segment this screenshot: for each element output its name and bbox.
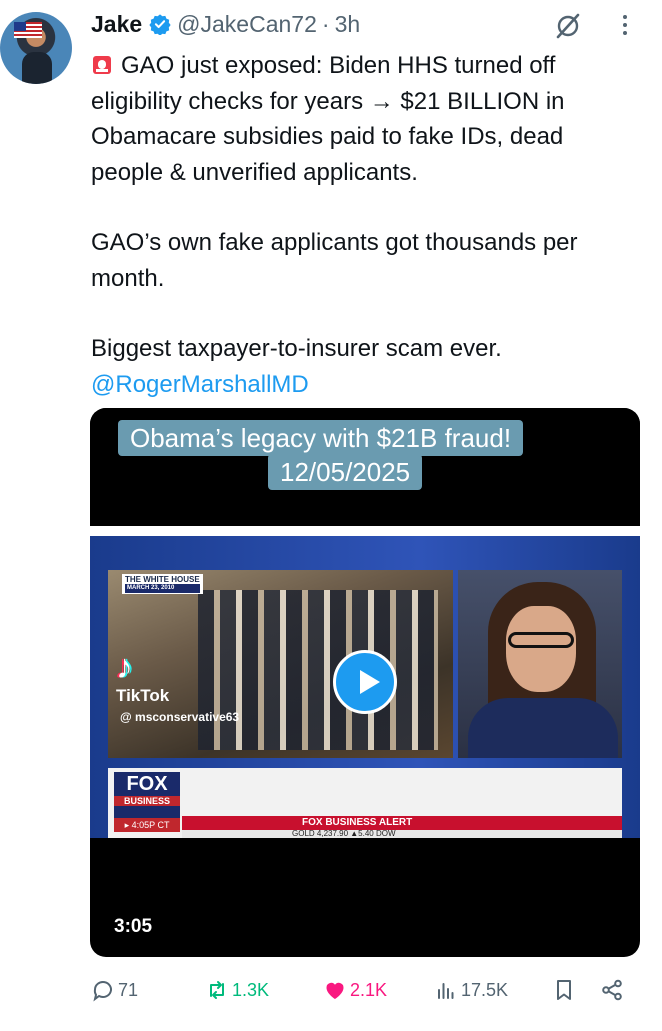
mention-link[interactable]: @RogerMarshallMD <box>91 367 636 403</box>
whitehouse-tag-title: THE WHITE HOUSE <box>125 575 200 584</box>
network-logo-sub: BUSINESS <box>114 796 180 806</box>
views-count: 17.5K <box>461 979 509 1000</box>
network-logo-text: FOX <box>126 773 168 795</box>
tiktok-brand: TikTok <box>116 686 170 705</box>
network-time: ▸ 4:05P CT <box>114 818 180 832</box>
avatar-figure <box>22 52 52 84</box>
signing-ceremony-image: THE WHITE HOUSE MARCH 23, 2010 ♪ TikTok @… <box>108 570 453 758</box>
video-player[interactable]: Obama’s legacy with $21B fraud! 12/05/20… <box>90 408 640 957</box>
tweet-text: GAO just exposed: Biden HHS turned off e… <box>91 48 636 402</box>
tiktok-username: @ msconservative63 <box>120 710 240 724</box>
reply-count: 71 <box>118 979 139 1000</box>
separator: · <box>321 10 330 37</box>
bookmark-icon <box>557 980 571 1000</box>
tweet-line-1: GAO just exposed: Biden HHS turned off e… <box>91 52 565 186</box>
verified-badge-icon <box>149 14 171 35</box>
heart-icon <box>326 982 344 999</box>
reply-button[interactable]: 71 <box>91 973 138 1007</box>
more-options-icon[interactable] <box>618 12 632 38</box>
crowd-image <box>198 590 438 750</box>
tweet-paragraph-1: GAO just exposed: Biden HHS turned off e… <box>91 48 636 190</box>
share-button[interactable] <box>600 973 627 1007</box>
whitehouse-tag-date: MARCH 23, 2010 <box>125 584 200 593</box>
views-button[interactable]: 17.5K <box>434 973 508 1007</box>
reply-icon <box>93 981 112 1002</box>
repost-button[interactable]: 1.3K <box>205 973 269 1007</box>
anchor-face <box>506 606 576 692</box>
timestamp[interactable]: 3h <box>335 11 361 38</box>
flag-icon <box>14 22 42 38</box>
like-button[interactable]: 2.1K <box>323 973 387 1007</box>
tweet-header: Jake @JakeCan72 · 3h <box>91 10 360 38</box>
like-count: 2.1K <box>350 979 388 1000</box>
video-duration: 3:05 <box>114 916 153 937</box>
video-caption-title: Obama’s legacy with $21B fraud! <box>118 420 524 456</box>
divider <box>90 526 640 536</box>
repost-count: 1.3K <box>232 979 270 1000</box>
play-button[interactable] <box>333 650 397 714</box>
siren-icon <box>93 56 111 74</box>
bookmark-button[interactable] <box>552 973 579 1007</box>
anchor-jacket <box>468 698 618 758</box>
whitehouse-tag: THE WHITE HOUSE MARCH 23, 2010 <box>122 574 203 594</box>
video-caption-date: 12/05/2025 <box>268 454 423 490</box>
news-ticker: FOX BUSINESS ▸ 4:05P CT FOX BUSINESS ALER… <box>108 768 622 838</box>
tweet-paragraph-3: Biggest taxpayer-to-insurer scam ever. <box>91 335 502 362</box>
action-bar: 71 1.3K 2.1K 17.5K <box>0 973 662 1007</box>
views-icon <box>438 983 454 999</box>
alert-banner: FOX BUSINESS ALERT <box>182 816 622 830</box>
tiktok-logo-icon: ♪ <box>116 648 133 686</box>
caption-band: Obama’s legacy with $21B fraud! 12/05/20… <box>90 408 640 526</box>
anchor-glasses <box>508 632 574 648</box>
anchor-image <box>458 570 622 758</box>
author-handle[interactable]: @JakeCan72 <box>177 11 317 38</box>
share-icon <box>602 979 622 1001</box>
network-logo: FOX BUSINESS <box>114 772 180 818</box>
avatar[interactable] <box>0 12 72 84</box>
author-name[interactable]: Jake <box>91 11 142 38</box>
ticker-text: GOLD 4,237.90 ▲5.40 DOW <box>182 830 622 838</box>
repost-icon <box>210 981 224 999</box>
grok-icon[interactable] <box>552 9 584 41</box>
tweet-paragraph-2: GAO’s own fake applicants got thousands … <box>91 229 578 292</box>
